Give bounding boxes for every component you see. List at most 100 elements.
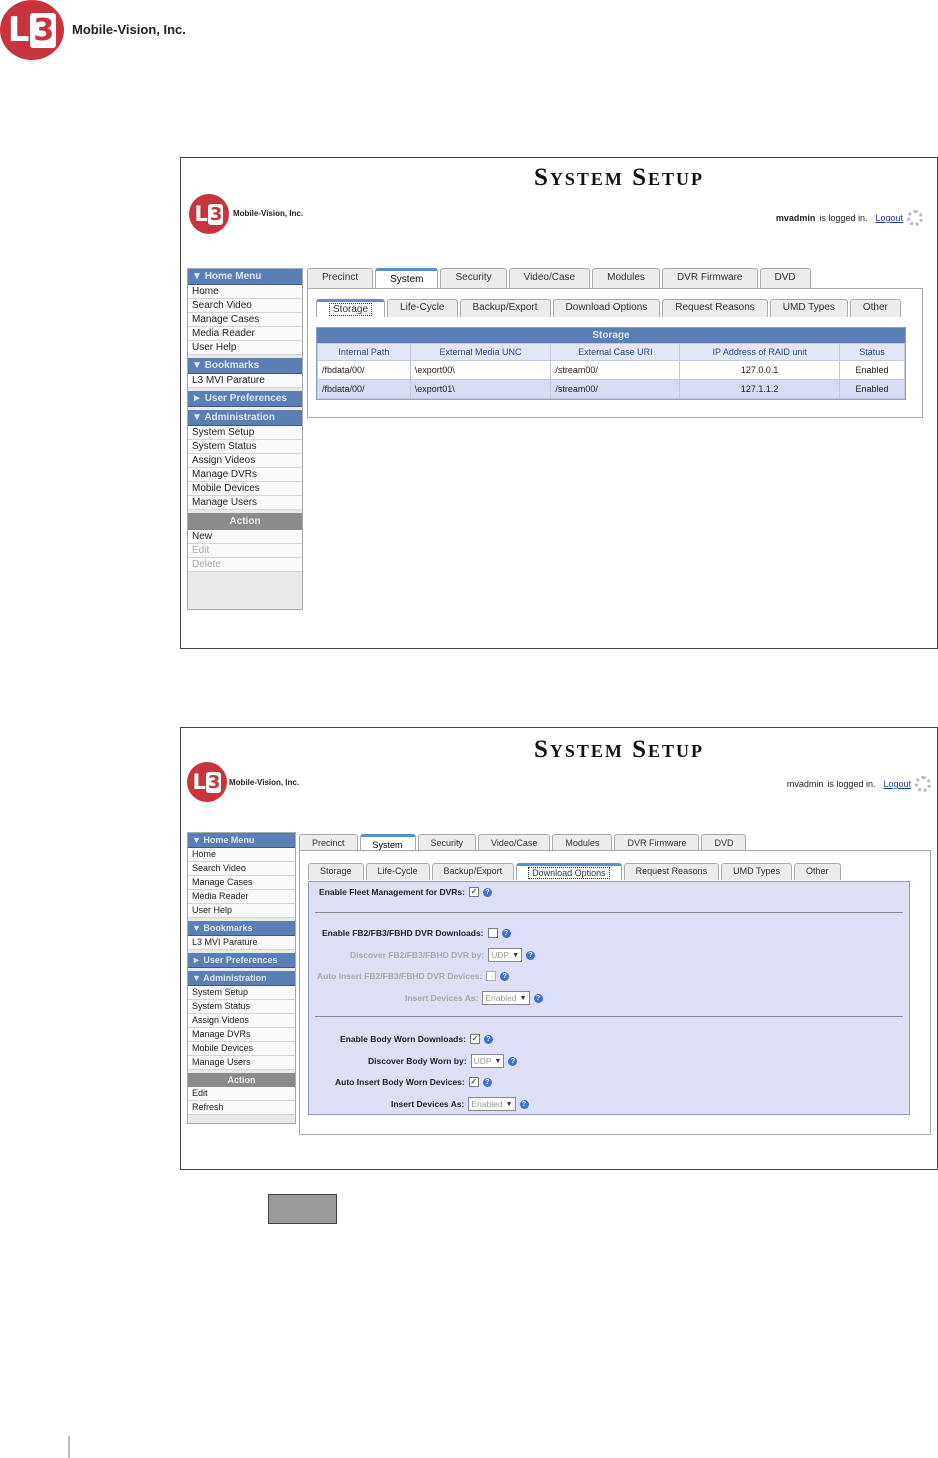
chevron-down-icon: ▼ [505, 1100, 513, 1108]
subtab-download-options[interactable]: Download Options [516, 863, 622, 880]
sidebar-item-user-help[interactable]: User Help [188, 341, 302, 355]
sidebar-header-user-preferences[interactable]: ► User Preferences [188, 391, 302, 407]
bw-discover-select[interactable]: UDP ▼ [470, 1054, 505, 1068]
tab-precinct[interactable]: Precinct [307, 268, 374, 288]
help-icon[interactable]: ? [519, 1099, 529, 1109]
sidebar-header-home-menu[interactable]: ▼ Home Menu [188, 269, 302, 285]
system-setup-storage-screenshot: System Setup L3 Mobile-Vision, Inc. mvad… [180, 157, 938, 649]
table-row[interactable]: /fbdata/00/ \export01\ /stream00/ 127.1.… [317, 379, 905, 399]
sidebar-item-system-setup[interactable]: System Setup [188, 426, 302, 440]
fb-auto-insert-row: Auto Insert FB2/FB3/FBHD DVR Devices: ? [317, 971, 510, 981]
sidebar-item-search-video[interactable]: Search Video [188, 862, 295, 876]
subtab-life-cycle[interactable]: Life-Cycle [387, 299, 458, 317]
sidebar-item-manage-cases[interactable]: Manage Cases [188, 313, 302, 327]
bw-discover-label: Discover Body Worn by: [368, 1056, 467, 1066]
logout-link[interactable]: Logout [883, 779, 911, 789]
sidebar-item-mobile-devices[interactable]: Mobile Devices [188, 1042, 295, 1056]
subtab-backup-export[interactable]: Backup/Export [459, 299, 551, 317]
sidebar-item-manage-users[interactable]: Manage Users [188, 496, 302, 510]
sidebar-item-l3-mvi-parature[interactable]: L3 MVI Parature [188, 374, 302, 388]
sidebar: ▼ Home Menu Home Search Video Manage Cas… [187, 832, 296, 1124]
sidebar-item-search-video[interactable]: Search Video [188, 299, 302, 313]
sidebar-header-user-preferences[interactable]: ► User Preferences [188, 953, 295, 968]
subtab-other[interactable]: Other [794, 863, 841, 880]
action-edit[interactable]: Edit [188, 1087, 295, 1101]
system-setup-download-options-screenshot: System Setup L3 Mobile-Vision, Inc. mvad… [180, 727, 938, 1170]
bw-auto-insert-label: Auto Insert Body Worn Devices: [335, 1077, 465, 1087]
help-icon[interactable]: ? [501, 928, 511, 938]
sub-tabs: Storage Life-Cycle Backup/Export Downloa… [308, 863, 841, 880]
fb-downloads-label: Enable FB2/FB3/FBHD DVR Downloads: [322, 928, 484, 938]
username: mvadmin [786, 779, 824, 789]
action-new[interactable]: New [188, 530, 302, 544]
sidebar-item-user-help[interactable]: User Help [188, 904, 295, 918]
l3-logo: L3 [189, 194, 229, 234]
help-icon[interactable]: ? [483, 1034, 493, 1044]
sidebar-item-assign-videos[interactable]: Assign Videos [188, 1014, 295, 1028]
fleet-management-checkbox[interactable]: ✓ [468, 887, 479, 897]
sidebar-item-mobile-devices[interactable]: Mobile Devices [188, 482, 302, 496]
sidebar-item-manage-users[interactable]: Manage Users [188, 1056, 295, 1070]
sidebar-header-administration[interactable]: ▼ Administration [188, 971, 295, 986]
company-name: Mobile-Vision, Inc. [72, 22, 186, 37]
tab-video-case[interactable]: Video/Case [508, 268, 591, 288]
tab-system[interactable]: System [375, 268, 439, 288]
storage-caption: Storage [317, 328, 905, 343]
sidebar-header-home-menu[interactable]: ▼ Home Menu [188, 833, 295, 848]
sidebar-item-home[interactable]: Home [188, 848, 295, 862]
fb-discover-row: Discover FB2/FB3/FBHD DVR by: UDP ▼ ? [350, 948, 536, 962]
sidebar-item-media-reader[interactable]: Media Reader [188, 327, 302, 341]
subtab-download-options[interactable]: Download Options [552, 299, 661, 317]
subtab-backup-export[interactable]: Backup/Export [431, 863, 515, 880]
column-header: External Case URI [550, 343, 681, 361]
tab-security[interactable]: Security [440, 268, 507, 288]
subtab-request-reasons[interactable]: Request Reasons [662, 299, 768, 317]
subtab-life-cycle[interactable]: Life-Cycle [365, 863, 430, 880]
subtab-request-reasons[interactable]: Request Reasons [623, 863, 720, 880]
bw-insert-devices-select[interactable]: Enabled ▼ [468, 1097, 516, 1111]
sidebar-item-system-setup[interactable]: System Setup [188, 986, 295, 1000]
sidebar-item-media-reader[interactable]: Media Reader [188, 890, 295, 904]
sidebar-item-system-status[interactable]: System Status [188, 440, 302, 454]
bw-auto-insert-checkbox[interactable]: ✓ [468, 1077, 479, 1087]
sidebar-item-manage-dvrs[interactable]: Manage DVRs [188, 468, 302, 482]
l3-logo: L3 [187, 762, 227, 802]
sidebar-item-manage-dvrs[interactable]: Manage DVRs [188, 1028, 295, 1042]
action-refresh[interactable]: Refresh [188, 1101, 295, 1115]
sidebar-item-home[interactable]: Home [188, 285, 302, 299]
tab-dvr-firmware[interactable]: DVR Firmware [661, 268, 758, 288]
help-icon[interactable]: ? [508, 1056, 518, 1066]
cell-internal-path: /fbdata/00/ [317, 360, 411, 380]
sidebar-item-assign-videos[interactable]: Assign Videos [188, 454, 302, 468]
subtab-storage[interactable]: Storage [308, 863, 364, 880]
help-icon[interactable]: ? [482, 1077, 492, 1087]
help-icon[interactable]: ? [500, 971, 510, 981]
table-row[interactable]: /fbdata/00/ \export00\ /stream00/ 127.0.… [317, 360, 905, 380]
subtab-umd-types[interactable]: UMD Types [769, 299, 848, 317]
sidebar-item-manage-cases[interactable]: Manage Cases [188, 876, 295, 890]
help-icon[interactable]: ? [533, 993, 543, 1003]
subtab-storage[interactable]: Storage [316, 299, 386, 317]
subtab-umd-types[interactable]: UMD Types [721, 863, 793, 880]
sidebar-header-administration[interactable]: ▼ Administration [188, 410, 302, 426]
sidebar-item-l3-mvi-parature[interactable]: L3 MVI Parature [188, 936, 295, 950]
logout-link[interactable]: Logout [875, 213, 903, 223]
help-icon[interactable]: ? [526, 950, 536, 960]
sidebar-item-system-status[interactable]: System Status [188, 1000, 295, 1014]
bw-downloads-label: Enable Body Worn Downloads: [340, 1034, 466, 1044]
logged-in-text: is logged in. [819, 213, 868, 223]
sidebar-header-bookmarks[interactable]: ▼ Bookmarks [188, 358, 302, 374]
loading-spinner-icon [915, 776, 931, 792]
tab-dvd[interactable]: DVD [759, 268, 811, 288]
cell-status: Enabled [839, 379, 905, 399]
page-title: System Setup [533, 164, 705, 191]
action-edit: Edit [188, 544, 302, 558]
subtab-other[interactable]: Other [849, 299, 901, 317]
bw-downloads-checkbox[interactable]: ✓ [469, 1034, 480, 1044]
help-icon[interactable]: ? [482, 887, 492, 897]
sidebar-header-bookmarks[interactable]: ▼ Bookmarks [188, 921, 295, 936]
system-panel: Storage Life-Cycle Backup/Export Downloa… [299, 850, 931, 1135]
fb-downloads-checkbox[interactable] [487, 928, 498, 938]
cell-internal-path: /fbdata/00/ [317, 379, 411, 399]
tab-modules[interactable]: Modules [592, 268, 660, 288]
